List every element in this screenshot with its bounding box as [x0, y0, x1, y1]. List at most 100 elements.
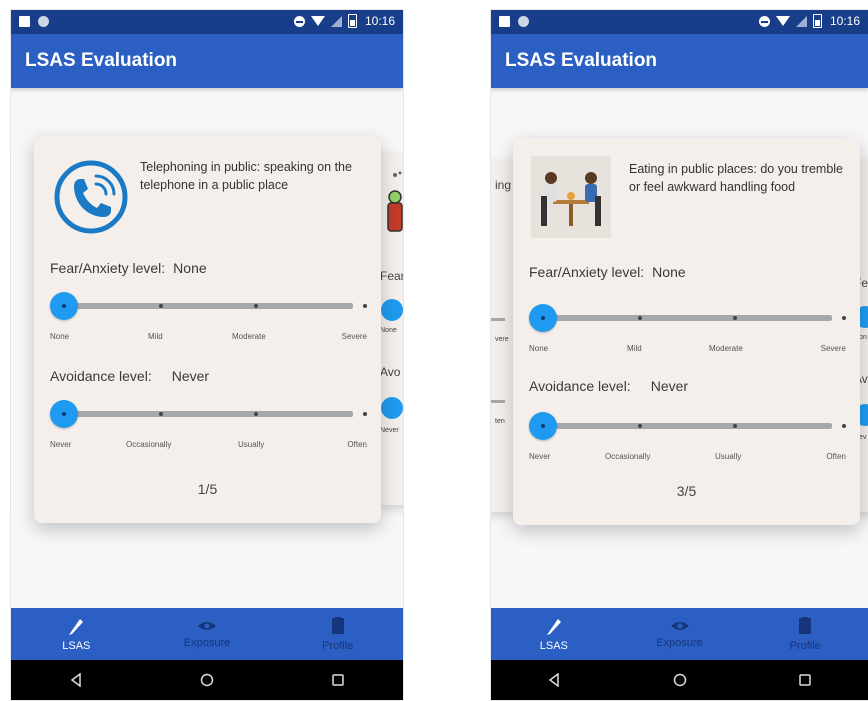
fear-level-slider[interactable] [529, 304, 846, 332]
avoidance-level-label: Avoidance level: [50, 368, 152, 384]
wifi-icon [310, 16, 325, 26]
question-card[interactable]: Eating in public places: do you tremble … [513, 138, 860, 525]
avoidance-level-value: Never [650, 378, 689, 394]
home-button[interactable] [142, 660, 273, 700]
scale-label: Usually [715, 452, 742, 461]
signal-icon [330, 15, 342, 27]
scale-label: Moderate [709, 344, 743, 353]
scale-label: Mild [627, 344, 642, 353]
page-indicator: 3/5 [676, 483, 697, 499]
status-time: 10:16 [364, 14, 395, 28]
nav-profile-label: Profile [789, 640, 821, 652]
status-time: 10:16 [829, 14, 860, 28]
signal-icon [795, 15, 807, 27]
scale-label: Never [529, 452, 551, 461]
nav-lsas[interactable]: LSAS [491, 608, 617, 660]
nav-profile[interactable]: Profile [742, 608, 868, 660]
recents-square-icon [799, 674, 811, 686]
scale-label: None [50, 332, 70, 341]
nav-exposure[interactable]: Exposure [617, 608, 743, 660]
page-indicator: 1/5 [197, 481, 218, 497]
peek-fear-label: Fear [380, 269, 403, 283]
fear-level-value: None [652, 264, 686, 280]
nav-lsas-label: LSAS [539, 640, 568, 652]
scale-label: Usually [238, 440, 265, 449]
nav-lsas[interactable]: LSAS [11, 608, 142, 660]
back-button[interactable] [491, 660, 617, 700]
scale-label: Moderate [232, 332, 266, 341]
notification-dot-icon [38, 16, 49, 27]
avoidance-level-value: Never [171, 368, 210, 384]
peek-question-fragment: ing [495, 178, 512, 192]
scale-label: Severe [341, 332, 367, 341]
scale-label: Never [50, 440, 72, 449]
profile-icon [331, 617, 344, 634]
eye-icon [670, 622, 689, 630]
peek-avoid-label: Avo [380, 365, 401, 379]
app-title: LSAS Evaluation [11, 34, 403, 88]
back-button[interactable] [11, 660, 142, 700]
telephone-icon [54, 160, 128, 234]
fear-scale-labels: None Mild Moderate Severe [529, 344, 846, 356]
bottom-navigation: LSAS Exposure Profile [11, 608, 403, 660]
nav-exposure-label: Exposure [183, 637, 231, 649]
nav-exposure-label: Exposure [656, 637, 703, 649]
fear-slider-thumb[interactable] [50, 292, 78, 320]
back-triangle-icon [71, 673, 82, 687]
next-card-peek[interactable]: Fear None Avo Never [378, 153, 403, 505]
system-navigation-bar [491, 660, 868, 700]
avoidance-slider-thumb[interactable] [50, 400, 78, 428]
fear-level-label: Fear/Anxiety level: [529, 264, 645, 280]
wifi-icon [775, 16, 790, 26]
do-not-disturb-icon [293, 15, 305, 27]
avoidance-level-label: Avoidance level: [529, 378, 631, 394]
pencil-icon [546, 619, 561, 635]
avoidance-level-row: Avoidance level: Never [529, 378, 688, 394]
home-circle-icon [200, 673, 214, 687]
image-notification-icon [19, 16, 30, 27]
peek-slider-thumb [381, 299, 403, 321]
scale-label: Occasionally [605, 452, 651, 461]
avoidance-level-slider[interactable] [50, 400, 367, 428]
scale-label: Severe [820, 344, 846, 353]
question-text: Telephoning in public: speaking on the t… [140, 160, 352, 192]
avoidance-scale-labels: Never Occasionally Usually Often [529, 452, 846, 464]
peek-fear-scale: None [380, 327, 397, 334]
pencil-icon [69, 619, 84, 635]
home-button[interactable] [617, 660, 743, 700]
fear-slider-thumb[interactable] [529, 304, 557, 332]
app-title: LSAS Evaluation [491, 34, 868, 88]
question-text: Eating in public places: do you tremble … [629, 162, 844, 194]
scale-label: Often [826, 452, 846, 461]
nav-profile-label: Profile [322, 640, 354, 652]
recents-square-icon [331, 674, 344, 686]
fear-level-row: Fear/Anxiety level: None [529, 264, 686, 280]
nav-profile[interactable]: Profile [272, 608, 403, 660]
recents-button[interactable] [742, 660, 868, 700]
profile-icon [799, 617, 812, 634]
question-card[interactable]: Telephoning in public: speaking on the t… [34, 136, 381, 523]
eye-icon [198, 622, 216, 630]
avoidance-level-slider[interactable] [529, 412, 846, 440]
bottom-navigation: LSAS Exposure Profile [491, 608, 868, 660]
fear-level-label: Fear/Anxiety level: [50, 260, 166, 276]
avoidance-level-row: Avoidance level: Never [50, 368, 209, 384]
dining-people-icon [531, 156, 611, 238]
scale-label: Occasionally [126, 440, 172, 449]
phone-screen-1: 10:16 LSAS Evaluation Fear None Avo Neve… [11, 10, 403, 700]
scale-label: Often [347, 440, 367, 449]
fear-level-slider[interactable] [50, 292, 367, 320]
peek-avoid-scale: ten [495, 418, 505, 425]
image-notification-icon [499, 16, 510, 27]
status-bar: 10:16 [11, 10, 403, 34]
battery-icon [347, 14, 357, 28]
nav-exposure[interactable]: Exposure [142, 608, 273, 660]
fear-scale-labels: None Mild Moderate Severe [50, 332, 367, 344]
scale-label: Mild [148, 332, 163, 341]
avoidance-slider-thumb[interactable] [529, 412, 557, 440]
recents-button[interactable] [272, 660, 403, 700]
avoidance-scale-labels: Never Occasionally Usually Often [50, 440, 367, 452]
system-navigation-bar [11, 660, 403, 700]
battery-icon [812, 14, 822, 28]
home-circle-icon [673, 673, 686, 687]
